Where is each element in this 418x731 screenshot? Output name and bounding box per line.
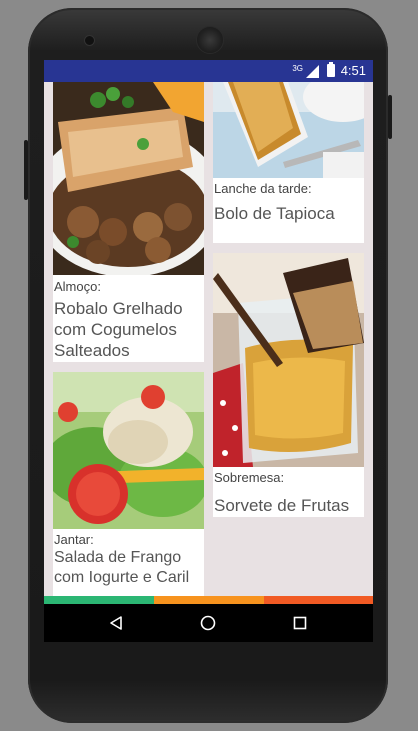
recents-icon[interactable] <box>292 615 308 631</box>
power-button <box>388 95 392 139</box>
front-camera <box>84 35 95 46</box>
dessert-image <box>213 253 364 467</box>
meal-label: Lanche da tarde: <box>214 181 312 196</box>
meal-card-dinner[interactable]: Jantar: Salada de Frango com Iogurte e C… <box>53 372 204 596</box>
meal-title: Bolo de Tapioca <box>214 204 335 223</box>
meal-label: Sobremesa: <box>214 470 285 485</box>
back-icon[interactable] <box>108 615 124 631</box>
strip-green <box>44 596 154 604</box>
strip-red <box>264 596 373 604</box>
network-type: 3G <box>292 64 303 73</box>
speaker-grille <box>196 26 224 54</box>
meal-title: Salada de Frango com Iogurte e Caril <box>54 549 190 586</box>
meal-label: Almoço: <box>54 279 101 294</box>
screen: 3G 4:51 Almoço: Robalo Grelhado com Cogu… <box>44 60 373 642</box>
strip-orange <box>154 596 264 604</box>
snack-image <box>213 82 364 178</box>
meal-card-dessert[interactable]: Sobremesa: Sorvete de Frutas <box>213 253 364 517</box>
volume-button <box>24 140 28 200</box>
signal-icon <box>306 65 319 78</box>
lunch-image <box>53 82 204 275</box>
status-bar: 3G 4:51 <box>44 60 373 82</box>
navigation-bar <box>44 604 373 642</box>
meal-grid[interactable]: Almoço: Robalo Grelhado com Cogumelos Sa… <box>44 82 373 596</box>
meal-title: Sorvete de Frutas <box>214 496 350 515</box>
color-strips <box>44 596 373 604</box>
meal-label: Jantar: <box>54 532 94 547</box>
battery-icon <box>327 62 335 77</box>
meal-card-snack[interactable]: Lanche da tarde: Bolo de Tapioca <box>213 82 364 243</box>
clock: 4:51 <box>340 63 366 78</box>
meal-title: Robalo Grelhado com Cogumelos Salteados <box>54 299 183 360</box>
dinner-image <box>53 372 204 529</box>
meal-card-lunch[interactable]: Almoço: Robalo Grelhado com Cogumelos Sa… <box>53 82 204 362</box>
home-icon[interactable] <box>200 615 216 631</box>
